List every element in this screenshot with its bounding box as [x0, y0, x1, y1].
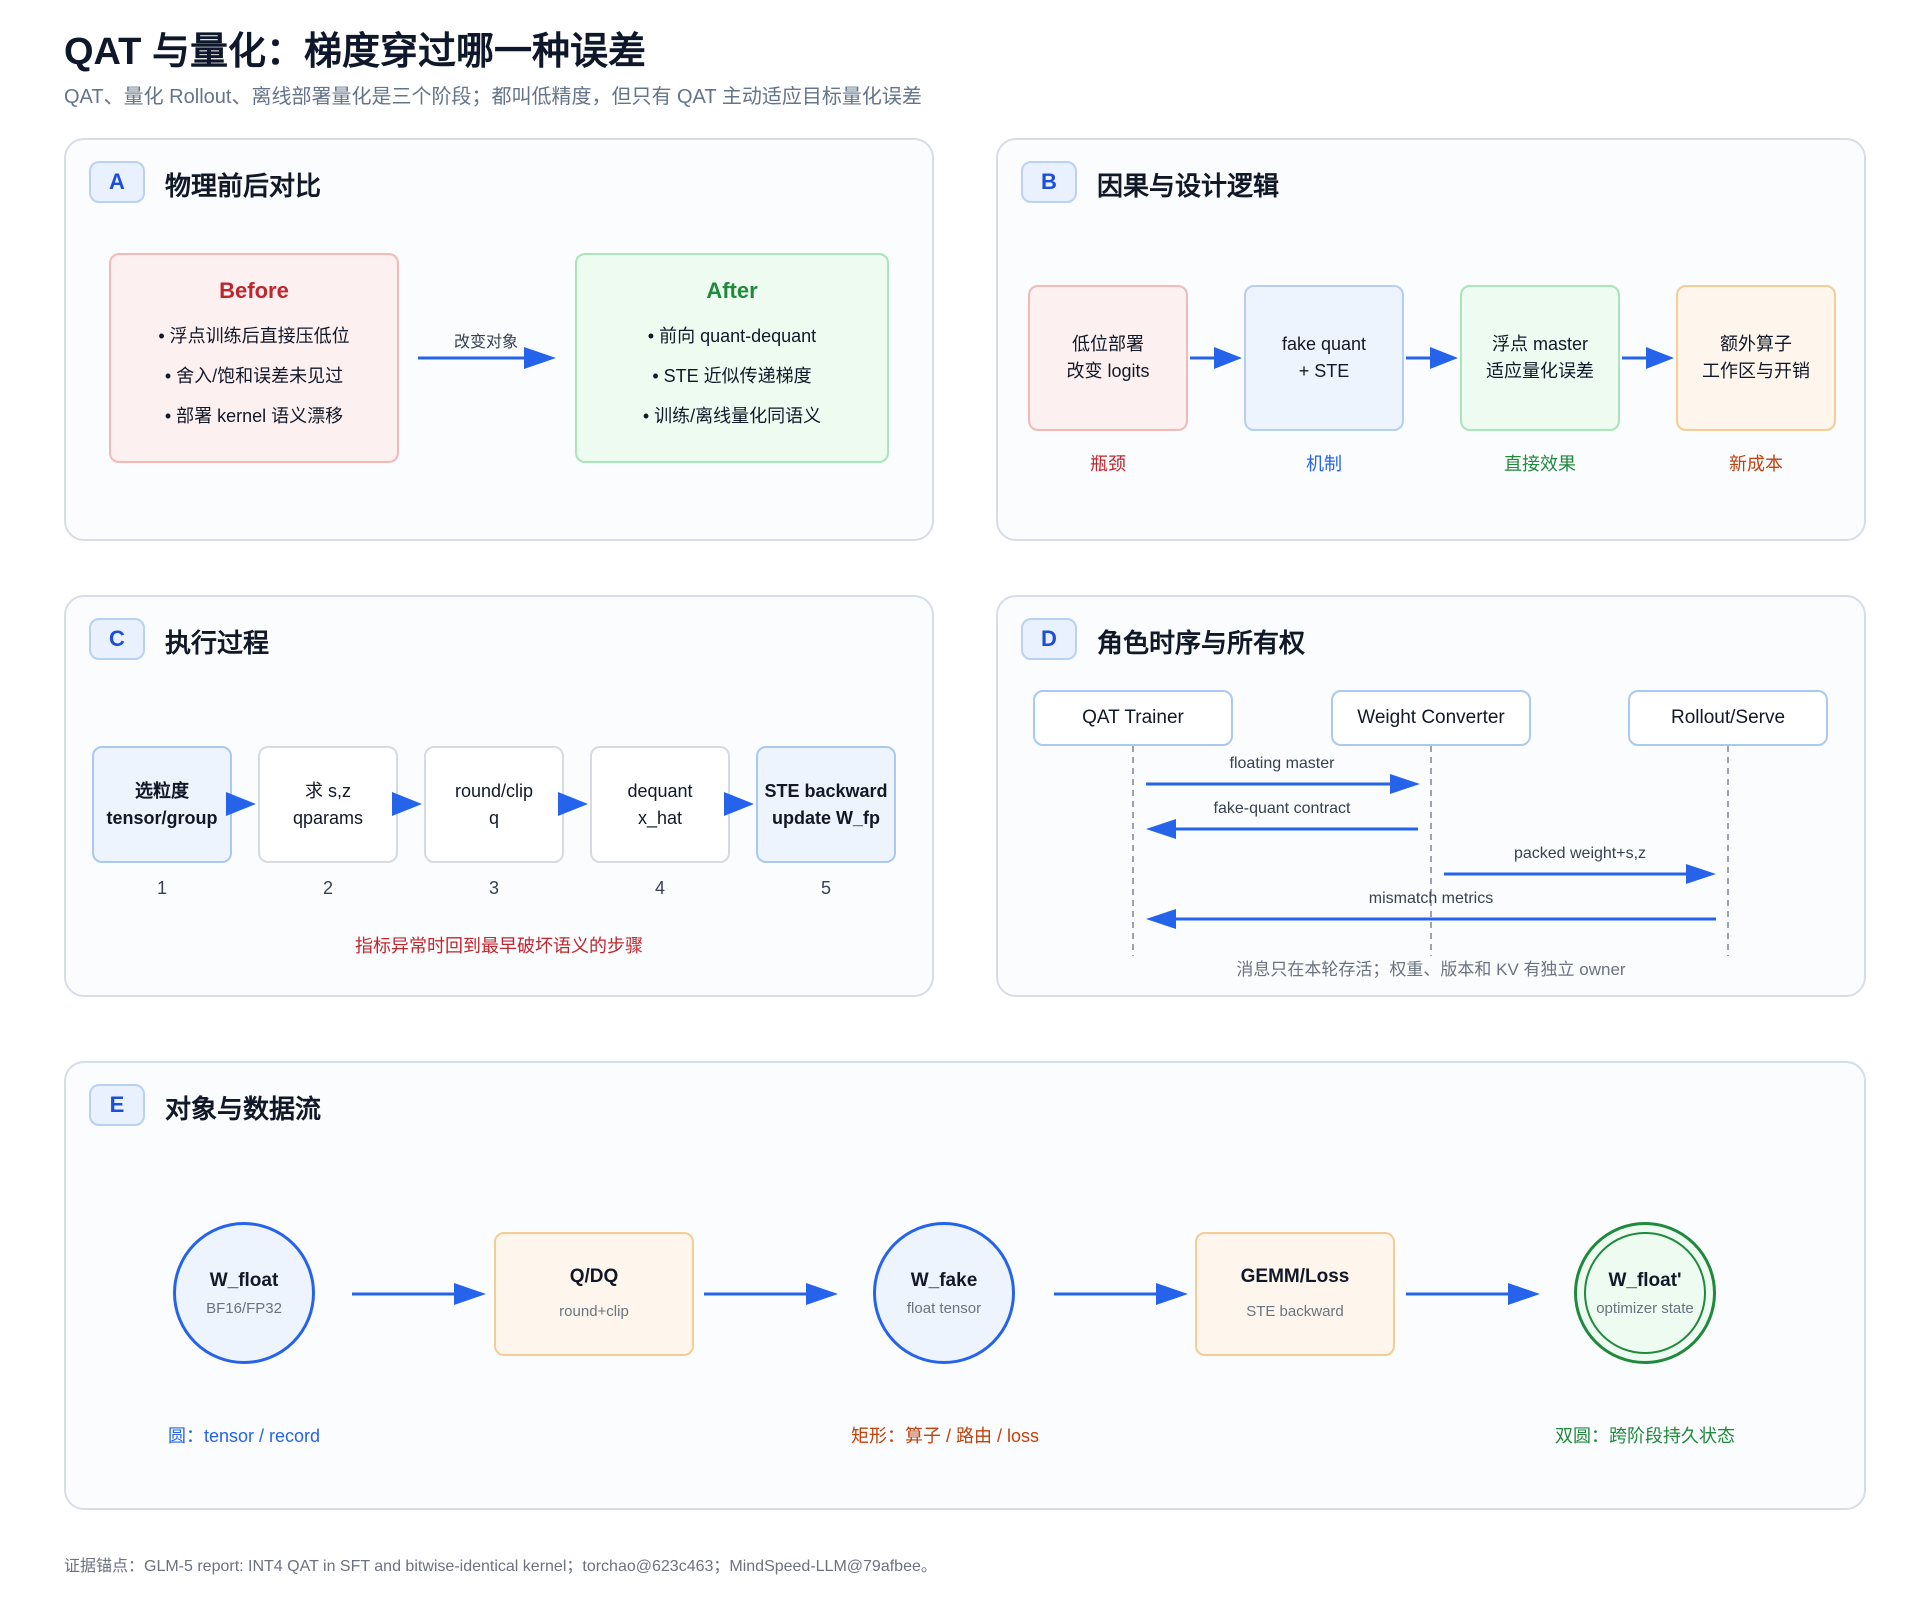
- arrow-icon: [226, 792, 256, 816]
- page-title: QAT 与量化：梯度穿过哪一种误差: [64, 31, 646, 73]
- after-item: • STE 近似传递梯度: [652, 366, 812, 386]
- after-item: • 前向 quant-dequant: [647, 326, 817, 346]
- before-after-arrow: [418, 347, 556, 369]
- arrow-icon: [392, 792, 422, 816]
- message-arrow: [1146, 774, 1420, 794]
- arrow-icon: [724, 792, 754, 816]
- caption-new-cost: 新成本: [1729, 454, 1783, 474]
- panel-b-badge: B: [1021, 161, 1077, 203]
- message-fake-quant-contract: fake-quant contract: [1213, 800, 1351, 817]
- message-mismatch-metrics: mismatch metrics: [1368, 890, 1494, 907]
- legend-rectangle: 矩形：算子 / 路由 / loss: [850, 1426, 1039, 1446]
- panel-d-badge: D: [1021, 618, 1077, 660]
- panel-d-title: 角色时序与所有权: [1097, 628, 1306, 658]
- step-number: 2: [322, 878, 333, 898]
- panel-e-badge: E: [89, 1084, 145, 1126]
- panel-e-title: 对象与数据流: [165, 1094, 322, 1124]
- caption-mechanism: 机制: [1306, 454, 1342, 474]
- actor-qat-trainer: QAT Trainer: [1033, 690, 1233, 746]
- step-line: 选粒度: [135, 780, 189, 801]
- step-line: tensor/group: [106, 807, 218, 828]
- before-item: • 浮点训练后直接压低位: [158, 326, 350, 346]
- message-floating-master: floating master: [1229, 755, 1335, 772]
- step-number: 1: [156, 878, 167, 898]
- step-number: 3: [488, 878, 499, 898]
- node-sub-label: BF16/FP32: [206, 1299, 282, 1317]
- dataflow-arrows: [352, 1283, 1540, 1305]
- message-arrow: [1146, 819, 1418, 839]
- step-arrows: [226, 792, 754, 816]
- arrow-icon: [1406, 347, 1458, 369]
- evidence-footer: 证据锚点：GLM-5 report: INT4 QAT in SFT and b…: [64, 1558, 937, 1575]
- box-line: 低位部署: [1072, 334, 1144, 354]
- step-ste-backward: STE backward update W_fp: [756, 746, 896, 863]
- panel-a-title: 物理前后对比: [165, 171, 322, 201]
- caption-direct-effect: 直接效果: [1504, 454, 1576, 474]
- legend-circle: 圆：tensor / record: [167, 1426, 321, 1446]
- step-granularity: 选粒度 tensor/group: [92, 746, 232, 863]
- arrow-icon: [352, 1283, 486, 1305]
- legend-double-circle: 双圆：跨阶段持久状态: [1555, 1426, 1735, 1446]
- step-line: STE backward: [764, 780, 888, 801]
- panel-c-title: 执行过程: [165, 628, 270, 658]
- panel-c-badge: C: [89, 618, 145, 660]
- before-box: Before • 浮点训练后直接压低位 • 舍入/饱和误差未见过 • 部署 ke…: [109, 253, 399, 463]
- node-main-label: W_float: [209, 1269, 279, 1291]
- arrow-icon: [704, 1283, 838, 1305]
- message-packed-weight: packed weight+s,z: [1513, 845, 1647, 862]
- panel-b-title: 因果与设计逻辑: [1097, 171, 1280, 201]
- node-main-label: W_float': [1608, 1269, 1682, 1291]
- step-number: 5: [820, 878, 831, 898]
- before-item: • 舍入/饱和误差未见过: [164, 366, 344, 386]
- after-item: • 训练/离线量化同语义: [642, 406, 822, 426]
- panel-c-note: 指标异常时回到最早破坏语义的步骤: [355, 936, 643, 956]
- box-line: 改变 logits: [1066, 361, 1150, 381]
- arrow-icon: [1406, 1283, 1540, 1305]
- caption-bottleneck: 瓶颈: [1090, 454, 1126, 474]
- arrow-icon: [1622, 347, 1674, 369]
- arrow-icon: [558, 792, 588, 816]
- bottleneck-box: 低位部署 改变 logits: [1028, 285, 1188, 431]
- arrow-icon: [1190, 347, 1242, 369]
- node-w-float: W_float BF16/FP32: [173, 1222, 315, 1364]
- node-sub-label: optimizer state: [1596, 1299, 1694, 1317]
- causal-arrows: [1190, 347, 1674, 369]
- step-number: 4: [654, 878, 665, 898]
- after-box: After • 前向 quant-dequant • STE 近似传递梯度 • …: [575, 253, 889, 463]
- arrow-icon: [1054, 1283, 1188, 1305]
- inner-ring: [1584, 1232, 1706, 1354]
- node-w-float-prime: W_float' optimizer state: [1574, 1222, 1716, 1364]
- before-title: Before: [219, 278, 289, 303]
- page-subtitle: QAT、量化 Rollout、离线部署量化是三个阶段；都叫低精度，但只有 QAT…: [64, 86, 922, 108]
- actor-rollout-serve: Rollout/Serve: [1628, 690, 1828, 746]
- actor-weight-converter: Weight Converter: [1331, 690, 1531, 746]
- before-item: • 部署 kernel 语义漂移: [164, 406, 344, 426]
- panel-a-badge: A: [89, 161, 145, 203]
- step-line: update W_fp: [772, 807, 880, 828]
- after-title: After: [706, 278, 758, 303]
- message-arrow: [1444, 864, 1716, 884]
- panel-d-note: 消息只在本轮存活；权重、版本和 KV 有独立 owner: [1236, 960, 1626, 979]
